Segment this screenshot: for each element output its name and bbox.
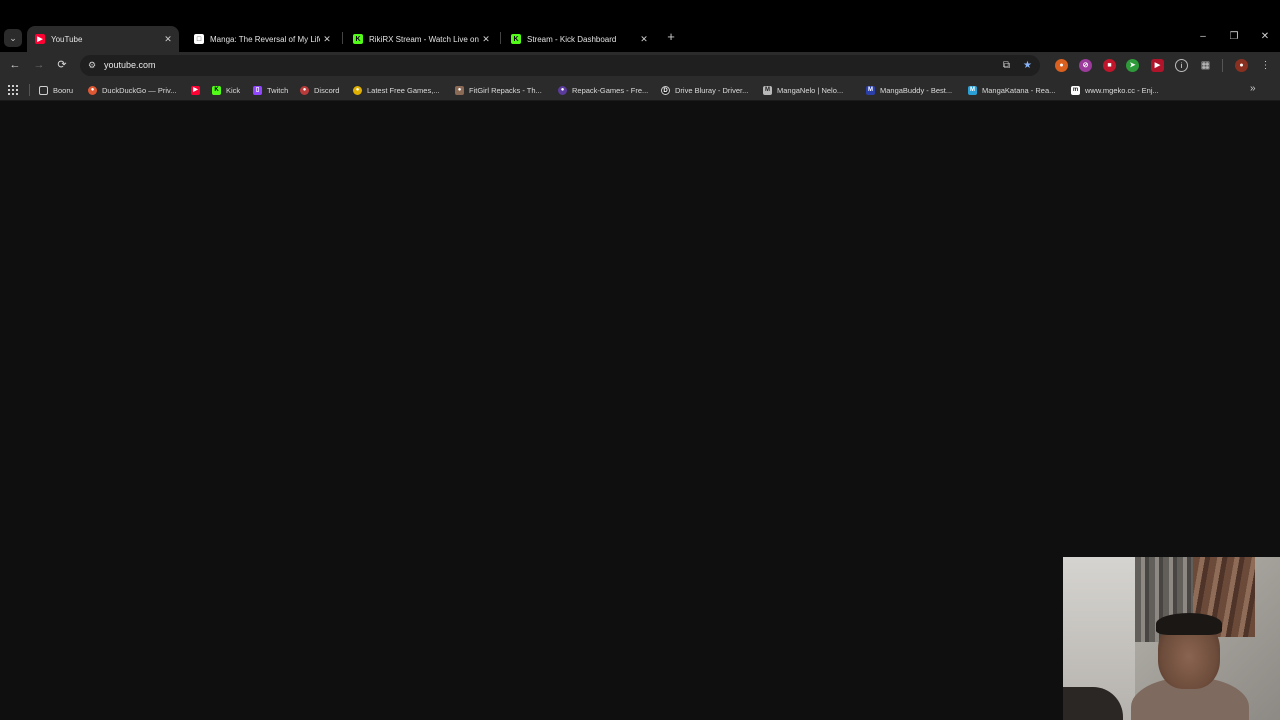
youtube-icon: ▶ bbox=[35, 34, 45, 44]
bookmark-drive-bluray[interactable]: D Drive Bluray - Driver... bbox=[661, 83, 748, 97]
tab-search-button[interactable]: ⌄ bbox=[4, 29, 22, 47]
kick-icon: K bbox=[212, 85, 221, 95]
extension-1-icon[interactable]: ● bbox=[1055, 59, 1068, 72]
bookmark-mgeko[interactable]: m www.mgeko.cc - Enj... bbox=[1071, 83, 1159, 97]
minimize-icon: – bbox=[1200, 31, 1206, 42]
manganelo-icon: M bbox=[763, 85, 772, 95]
extension-3-icon[interactable]: ■ bbox=[1103, 59, 1116, 72]
install-app-icon[interactable]: ⧉ bbox=[1000, 59, 1013, 72]
tab-kick-dashboard[interactable]: K Stream - Kick Dashboard ✕ bbox=[503, 26, 655, 52]
bookmark-label: MangaNelo | Nelo... bbox=[777, 85, 844, 95]
repack-games-icon: ● bbox=[558, 85, 567, 95]
new-tab-button[interactable]: + bbox=[664, 30, 678, 44]
tab-title: Manga: The Reversal of My Life bbox=[210, 34, 320, 44]
extension-2-icon[interactable]: ⊘ bbox=[1079, 59, 1092, 72]
bookmark-manganelo[interactable]: M MangaNelo | Nelo... bbox=[763, 83, 843, 97]
plus-icon: + bbox=[667, 29, 675, 44]
bookmark-booru[interactable]: Booru bbox=[39, 83, 73, 97]
bookmark-label: MangaKatana - Rea... bbox=[982, 85, 1056, 95]
back-button[interactable]: ← bbox=[7, 57, 23, 73]
double-chevron-right-icon: » bbox=[1250, 83, 1256, 94]
close-tab-icon[interactable]: ✕ bbox=[479, 34, 493, 45]
bookmark-repack-games[interactable]: ● Repack-Games - Fre... bbox=[558, 83, 648, 97]
youtube-icon: ▶ bbox=[191, 85, 200, 95]
mgeko-icon: m bbox=[1071, 85, 1080, 95]
bookmark-mangabuddy[interactable]: M MangaBuddy - Best... bbox=[866, 83, 952, 97]
close-tab-icon[interactable]: ✕ bbox=[637, 34, 651, 45]
address-bar-url[interactable]: youtube.com bbox=[104, 60, 156, 70]
loading-spinner-icon: ⟳ bbox=[57, 59, 67, 71]
tab-youtube[interactable]: ▶ YouTube ✕ bbox=[27, 26, 179, 52]
bookmark-twitch[interactable]: ▯ Twitch bbox=[253, 83, 288, 97]
tab-title: YouTube bbox=[51, 34, 83, 44]
discord-icon: ● bbox=[300, 85, 309, 95]
more-bookmarks-button[interactable]: » bbox=[1250, 83, 1256, 94]
bookmark-kick[interactable]: K Kick bbox=[212, 83, 240, 97]
bookmark-label: Twitch bbox=[267, 85, 289, 95]
twitch-icon: ▯ bbox=[253, 85, 262, 95]
bookmark-label: Latest Free Games,... bbox=[367, 85, 440, 95]
bookmark-fitgirl[interactable]: ● FitGirl Repacks - Th... bbox=[455, 83, 542, 97]
tab-title: Stream - Kick Dashboard bbox=[527, 34, 617, 44]
extension-4-icon[interactable]: ➤ bbox=[1126, 59, 1139, 72]
kick-icon: K bbox=[511, 34, 521, 44]
webcam-person-hair bbox=[1156, 613, 1222, 635]
forward-button[interactable]: → bbox=[31, 57, 47, 73]
free-games-icon: ● bbox=[353, 85, 362, 95]
bookmark-label: www.mgeko.cc - Enj... bbox=[1085, 85, 1159, 95]
bookmark-mangakatana[interactable]: M MangaKatana - Rea... bbox=[968, 83, 1055, 97]
chevron-down-icon: ⌄ bbox=[9, 32, 17, 43]
menu-kebab-icon[interactable]: ⋮ bbox=[1259, 59, 1272, 72]
bookmarks-separator bbox=[29, 84, 30, 96]
reload-button[interactable]: ⟳ bbox=[54, 57, 70, 73]
bookmark-duckduckgo[interactable]: ● DuckDuckGo — Priv... bbox=[88, 83, 176, 97]
bookmark-label: Discord bbox=[314, 85, 340, 95]
profile-avatar[interactable]: ● bbox=[1235, 59, 1248, 72]
drive-bluray-icon: D bbox=[661, 85, 670, 95]
bookmark-latest-free-games[interactable]: ● Latest Free Games,... bbox=[353, 83, 440, 97]
tab-manga[interactable]: □ Manga: The Reversal of My Life ✕ bbox=[186, 26, 338, 52]
manga-icon: □ bbox=[194, 34, 204, 44]
folder-icon bbox=[39, 85, 48, 95]
address-bar[interactable] bbox=[80, 55, 1040, 76]
bookmark-youtube[interactable]: ▶ bbox=[191, 83, 205, 97]
bookmark-star-icon[interactable]: ★ bbox=[1021, 59, 1034, 72]
webcam-overlay bbox=[1063, 557, 1280, 720]
extension-6-icon[interactable]: i bbox=[1175, 59, 1188, 72]
bookmark-label: Repack-Games - Fre... bbox=[572, 85, 649, 95]
tab-rikirx-stream[interactable]: K RikiRX Stream - Watch Live on K ✕ bbox=[345, 26, 497, 52]
mangabuddy-icon: M bbox=[866, 85, 875, 95]
bookmark-label: MangaBuddy - Best... bbox=[880, 85, 953, 95]
bookmark-label: Kick bbox=[226, 85, 241, 95]
bookmark-label: Drive Bluray - Driver... bbox=[675, 85, 749, 95]
apps-grid-icon[interactable] bbox=[8, 85, 18, 95]
bookmark-label: Booru bbox=[53, 85, 74, 95]
arrow-right-icon: → bbox=[33, 59, 45, 71]
arrow-left-icon: ← bbox=[9, 59, 21, 71]
site-info-icon[interactable]: ⚙ bbox=[86, 59, 98, 71]
duckduckgo-icon: ● bbox=[88, 85, 97, 95]
tab-separator bbox=[342, 32, 343, 44]
bookmark-discord[interactable]: ● Discord bbox=[300, 83, 339, 97]
extensions-puzzle-icon[interactable]: ▦ bbox=[1199, 59, 1212, 72]
fitgirl-icon: ● bbox=[455, 85, 464, 95]
tab-separator bbox=[500, 32, 501, 44]
close-tab-icon[interactable]: ✕ bbox=[161, 34, 175, 45]
toolbar-separator bbox=[1222, 59, 1223, 72]
mangakatana-icon: M bbox=[968, 85, 977, 95]
extension-5-icon[interactable]: ▶ bbox=[1151, 59, 1164, 72]
restore-icon: ❐ bbox=[1229, 31, 1239, 42]
kick-icon: K bbox=[353, 34, 363, 44]
close-window-button[interactable]: ✕ bbox=[1258, 30, 1272, 44]
tab-title: RikiRX Stream - Watch Live on K bbox=[369, 34, 479, 44]
close-tab-icon[interactable]: ✕ bbox=[320, 34, 334, 45]
bookmark-label: FitGirl Repacks - Th... bbox=[469, 85, 542, 95]
minimize-button[interactable]: – bbox=[1196, 30, 1210, 44]
restore-button[interactable]: ❐ bbox=[1227, 30, 1241, 44]
close-icon: ✕ bbox=[1260, 31, 1270, 42]
bookmark-label: DuckDuckGo — Priv... bbox=[102, 85, 177, 95]
